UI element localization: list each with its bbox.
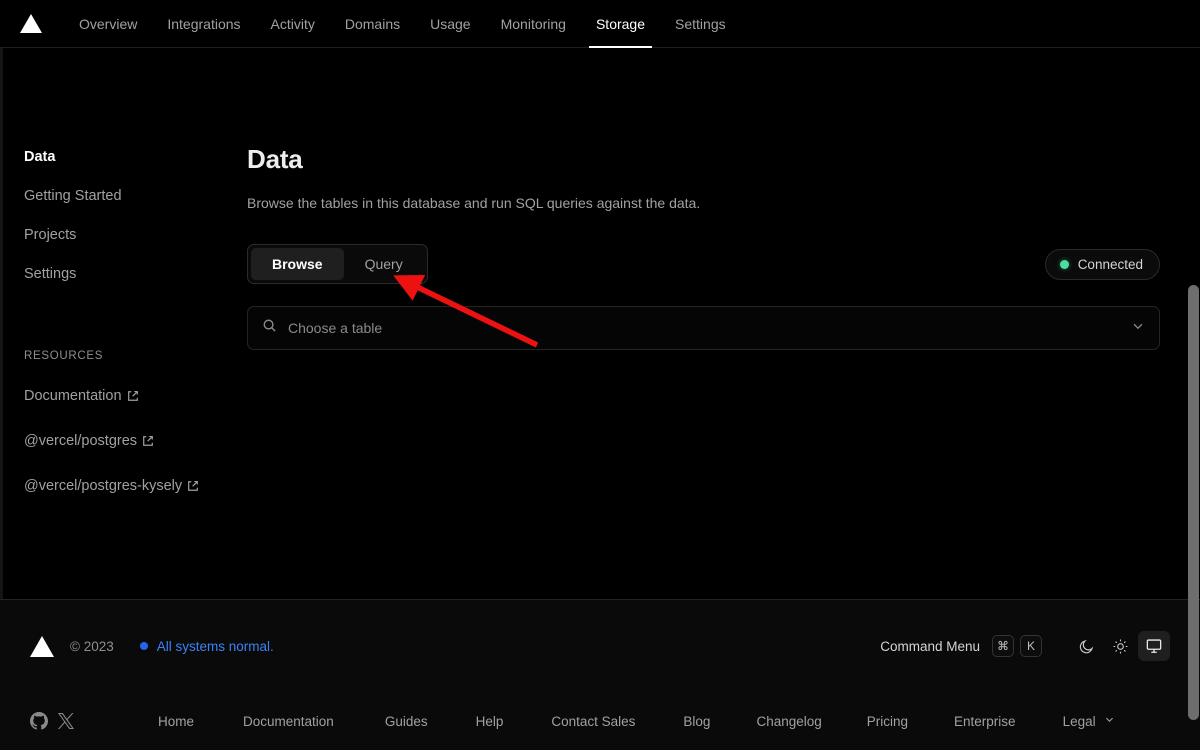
- footer-top-row: © 2023 All systems normal. Command Menu …: [30, 600, 1170, 692]
- sidebar-item-getting-started[interactable]: Getting Started: [24, 188, 122, 204]
- nav-item-monitoring[interactable]: Monitoring: [486, 0, 581, 48]
- tab-query[interactable]: Query: [344, 248, 424, 280]
- copyright-text: © 2023: [70, 638, 114, 654]
- sidebar-link-label: @vercel/postgres: [24, 433, 138, 450]
- x-twitter-icon[interactable]: [58, 713, 86, 729]
- table-select-combobox[interactable]: Choose a table: [247, 306, 1160, 350]
- footer-link-guides[interactable]: Guides: [385, 714, 428, 729]
- sidebar-item-data[interactable]: Data: [24, 149, 55, 165]
- connection-status-label: Connected: [1077, 256, 1143, 272]
- main-content: Data Browse the tables in this database …: [245, 48, 1200, 599]
- connection-status-badge: Connected: [1044, 248, 1160, 280]
- sidebar-link-vercel-postgres-kysely[interactable]: @vercel/postgres-kysely: [24, 476, 204, 499]
- vercel-triangle-logo[interactable]: [30, 635, 54, 657]
- vertical-scrollbar-track[interactable]: [1186, 0, 1200, 750]
- keycap-command[interactable]: ⌘: [992, 635, 1014, 657]
- sidebar-item-settings[interactable]: Settings: [24, 266, 76, 282]
- chevron-down-icon: [1104, 713, 1115, 728]
- system-status-link[interactable]: All systems normal.: [139, 638, 274, 654]
- external-link-icon: [187, 478, 199, 499]
- footer-link-documentation[interactable]: Documentation: [243, 714, 334, 729]
- monitor-icon[interactable]: [1138, 631, 1170, 661]
- sidebar-resources-heading: RESOURCES: [24, 350, 104, 362]
- sidebar-link-vercel-postgres[interactable]: @vercel/postgres: [24, 431, 204, 454]
- sidebar: Data Getting Started Projects Settings R…: [3, 48, 245, 599]
- nav-item-integrations[interactable]: Integrations: [152, 0, 255, 48]
- theme-switcher: [1070, 631, 1170, 661]
- footer-link-legal[interactable]: Legal: [1063, 713, 1116, 729]
- page-description: Browse the tables in this database and r…: [247, 195, 701, 211]
- keycap-k[interactable]: K: [1020, 635, 1042, 657]
- search-icon: [262, 318, 277, 338]
- page-footer: © 2023 All systems normal. Command Menu …: [0, 599, 1200, 750]
- nav-item-domains[interactable]: Domains: [330, 0, 415, 48]
- vertical-scrollbar-thumb[interactable]: [1188, 285, 1199, 720]
- view-tab-group: Browse Query: [247, 244, 428, 284]
- page-title: Data: [247, 144, 303, 174]
- status-dot-icon: [1059, 259, 1069, 269]
- sidebar-link-documentation[interactable]: Documentation: [24, 386, 204, 409]
- footer-link-enterprise[interactable]: Enterprise: [954, 714, 1016, 729]
- external-link-icon: [127, 388, 139, 409]
- external-link-icon: [142, 433, 154, 454]
- vercel-triangle-logo[interactable]: [20, 14, 42, 33]
- tab-browse[interactable]: Browse: [251, 248, 344, 280]
- top-navigation-bar: Overview Integrations Activity Domains U…: [0, 0, 1200, 48]
- footer-link-help[interactable]: Help: [476, 714, 504, 729]
- table-select-placeholder: Choose a table: [288, 320, 383, 336]
- nav-item-usage[interactable]: Usage: [415, 0, 485, 48]
- moon-icon[interactable]: [1070, 631, 1102, 661]
- footer-link-contact-sales[interactable]: Contact Sales: [551, 714, 635, 729]
- footer-link-changelog[interactable]: Changelog: [756, 714, 821, 729]
- page-shell: Data Getting Started Projects Settings R…: [0, 48, 1200, 599]
- footer-link-home[interactable]: Home: [158, 714, 194, 729]
- status-dot-icon: [139, 642, 148, 650]
- footer-link-blog[interactable]: Blog: [683, 714, 710, 729]
- nav-item-activity[interactable]: Activity: [256, 0, 330, 48]
- sidebar-link-label: Documentation: [24, 388, 122, 404]
- main-toolbar: Browse Query Connected: [247, 244, 1160, 284]
- footer-links-row: Home Documentation Guides Help Contact S…: [30, 692, 1170, 750]
- nav-item-storage[interactable]: Storage: [581, 0, 660, 48]
- nav-item-overview[interactable]: Overview: [64, 0, 152, 48]
- sun-icon[interactable]: [1104, 631, 1136, 661]
- chevron-down-icon[interactable]: [1131, 319, 1145, 338]
- footer-link-pricing[interactable]: Pricing: [867, 714, 908, 729]
- sidebar-link-label: @vercel/postgres-kysely: [24, 478, 183, 495]
- nav-item-settings[interactable]: Settings: [660, 0, 741, 48]
- footer-link-legal-label: Legal: [1062, 714, 1096, 729]
- github-icon[interactable]: [30, 712, 58, 730]
- command-menu-label: Command Menu: [880, 638, 980, 654]
- system-status-label: All systems normal.: [156, 638, 274, 654]
- sidebar-item-projects[interactable]: Projects: [24, 227, 76, 243]
- top-nav-items: Overview Integrations Activity Domains U…: [64, 0, 741, 48]
